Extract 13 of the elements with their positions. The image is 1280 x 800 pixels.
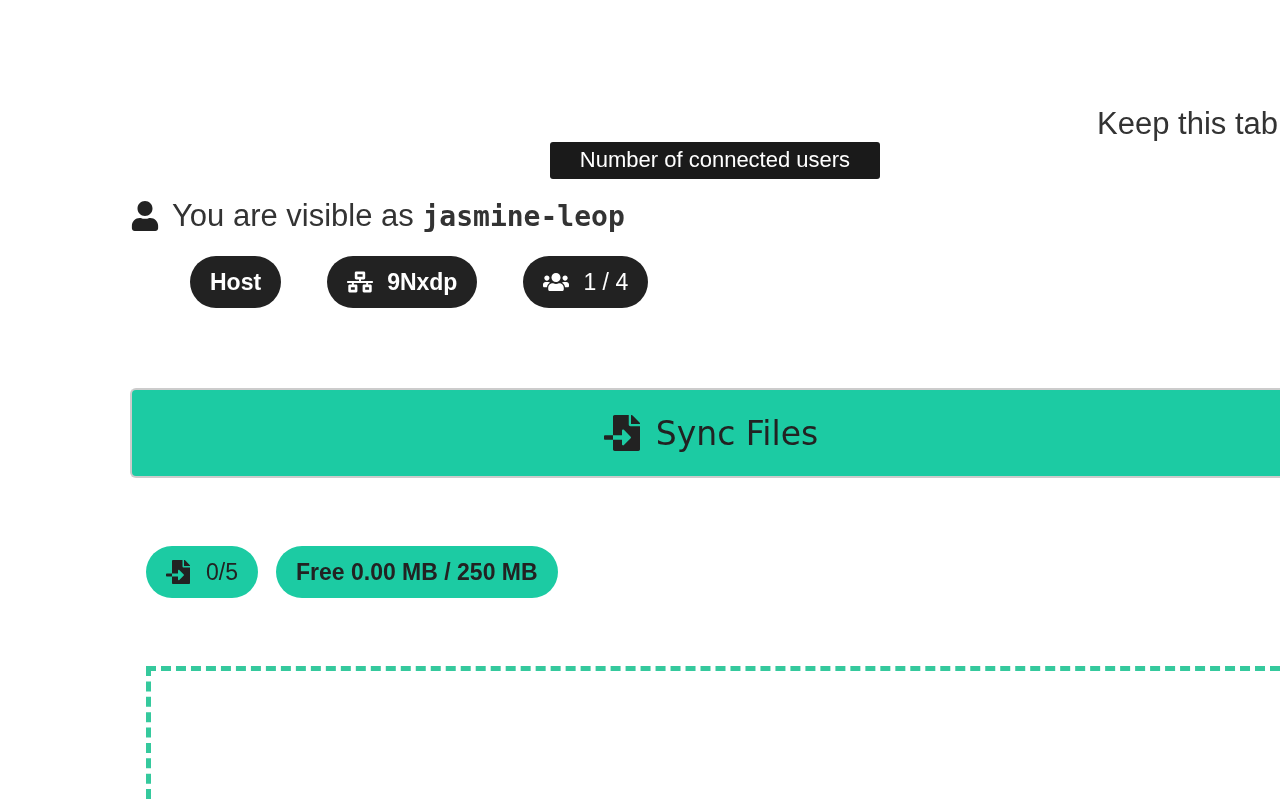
- storage-badge: Free 0.00 MB / 250 MB: [276, 546, 558, 598]
- notice-text: Keep this tab: [1097, 106, 1278, 142]
- room-badge: 9Nxdp: [327, 256, 478, 308]
- file-import-icon: [603, 415, 640, 451]
- user-icon: [130, 201, 160, 231]
- tooltip: Number of connected users: [550, 142, 880, 179]
- file-import-icon: [166, 560, 190, 584]
- visibility-text: You are visible as jasmine-leop: [172, 198, 625, 234]
- network-icon: [347, 269, 374, 295]
- file-count-badge: 0/5: [146, 546, 258, 598]
- role-badge: Host: [190, 256, 282, 308]
- sync-files-button[interactable]: Sync Files: [130, 388, 1280, 478]
- users-badge: 1 / 4: [523, 256, 649, 308]
